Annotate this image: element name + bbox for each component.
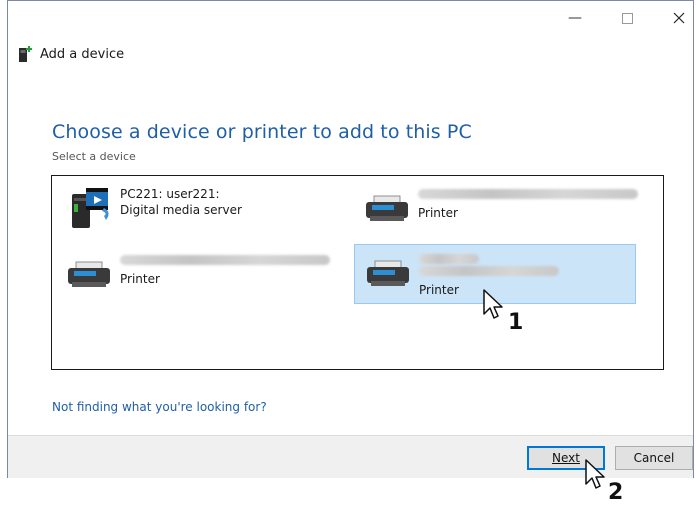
device-list: PC221: user221: Digital media server Pri… bbox=[51, 175, 664, 370]
close-icon bbox=[673, 12, 685, 24]
device-name-redacted bbox=[419, 254, 479, 264]
maximize-button[interactable] bbox=[612, 7, 642, 29]
printer-icon bbox=[68, 261, 110, 287]
window-title: Add a device bbox=[40, 46, 125, 62]
device-name-redacted bbox=[418, 189, 638, 199]
device-name-redacted bbox=[419, 266, 559, 276]
device-item-printer[interactable]: Printer bbox=[56, 246, 346, 306]
device-name: PC221: user221: bbox=[120, 187, 220, 201]
mouse-pointer-icon bbox=[585, 459, 605, 489]
close-button[interactable] bbox=[664, 7, 694, 29]
media-server-icon bbox=[72, 188, 109, 228]
device-type: Printer bbox=[418, 206, 458, 220]
device-item-printer[interactable]: Printer bbox=[354, 180, 644, 240]
minimize-button[interactable]: — bbox=[560, 7, 590, 29]
mouse-pointer-icon bbox=[483, 289, 503, 319]
next-button-label: Next bbox=[552, 451, 580, 465]
printer-icon bbox=[366, 195, 408, 221]
device-type: Digital media server bbox=[120, 203, 242, 217]
maximize-icon bbox=[621, 12, 633, 24]
step-number-2: 2 bbox=[608, 480, 624, 505]
device-item-media-server[interactable]: PC221: user221: Digital media server bbox=[56, 180, 346, 240]
step-number-1: 1 bbox=[508, 310, 524, 335]
not-finding-link[interactable]: Not finding what you're looking for? bbox=[52, 400, 267, 414]
cancel-button-label: Cancel bbox=[633, 451, 675, 465]
printer-icon bbox=[367, 260, 409, 286]
add-device-icon bbox=[19, 46, 32, 62]
device-name-redacted bbox=[120, 255, 330, 265]
minimize-icon: — bbox=[568, 10, 582, 26]
page-subheading: Select a device bbox=[52, 150, 136, 163]
page-heading: Choose a device or printer to add to thi… bbox=[52, 121, 472, 143]
add-device-window: — Add a device Choose a device or printe… bbox=[7, 0, 694, 478]
cancel-button[interactable]: Cancel bbox=[615, 446, 693, 470]
device-type: Printer bbox=[120, 272, 160, 286]
window-title-row: Add a device bbox=[18, 45, 124, 63]
